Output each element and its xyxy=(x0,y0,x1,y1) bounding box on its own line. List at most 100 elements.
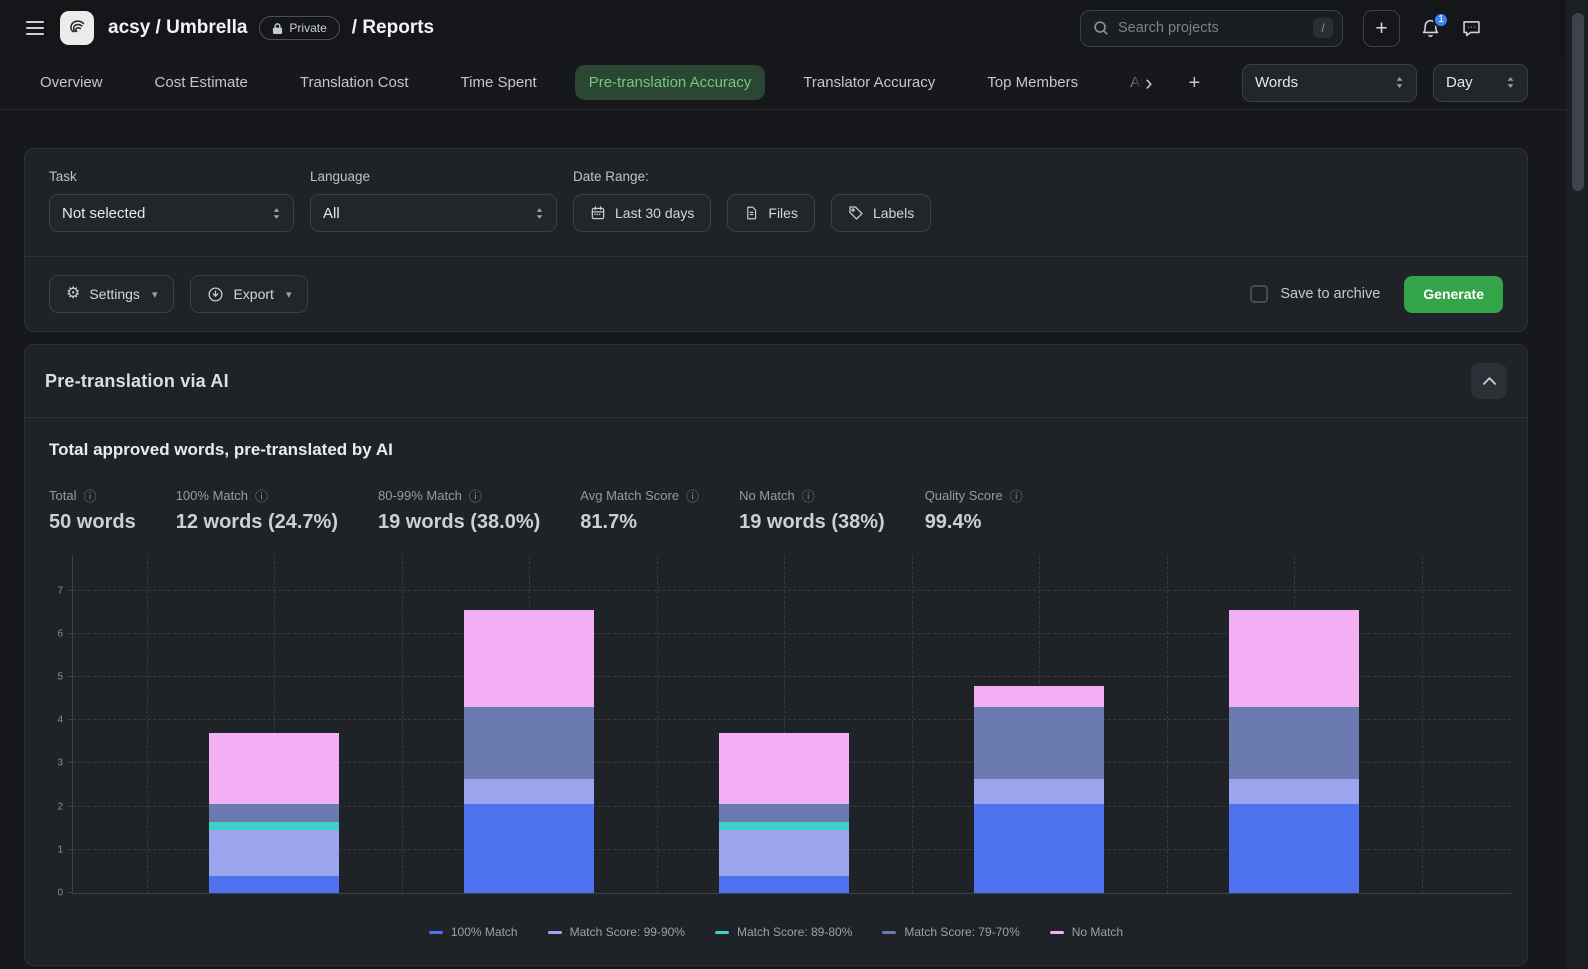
gear-icon: ⚙ xyxy=(66,286,80,302)
bar-segment-100-match[interactable] xyxy=(209,876,339,893)
y-tick-label: 5 xyxy=(57,672,63,683)
menu-icon[interactable] xyxy=(24,17,46,39)
language-select[interactable]: All xyxy=(310,194,557,232)
breadcrumb: acsy / Umbrella Private / Reports xyxy=(108,16,434,40)
stat-label: 80-99% Match xyxy=(378,488,462,503)
bar-segment-no-match[interactable] xyxy=(464,610,594,707)
bar-segment-match-score-79-70[interactable] xyxy=(464,707,594,778)
page-scrollbar[interactable] xyxy=(1566,0,1588,969)
bar-segment-match-score-89-80[interactable] xyxy=(719,822,849,831)
bar-segment-match-score-79-70[interactable] xyxy=(974,707,1104,778)
tab-pre-translation-accuracy[interactable]: Pre-translation Accuracy xyxy=(575,65,766,100)
tabs-overflow-chevron-icon[interactable]: › xyxy=(1145,72,1152,94)
main-content: Task Not selected Language All xyxy=(24,148,1528,966)
info-icon[interactable]: ⓘ xyxy=(469,486,482,505)
task-select[interactable]: Not selected xyxy=(49,194,294,232)
y-tick-label: 7 xyxy=(57,585,63,596)
export-button[interactable]: Export ▾ xyxy=(190,275,308,313)
bar-segment-100-match[interactable] xyxy=(464,804,594,893)
scrollbar-thumb[interactable] xyxy=(1572,13,1584,191)
collapse-panel-button[interactable] xyxy=(1471,363,1507,399)
settings-button[interactable]: ⚙ Settings ▾ xyxy=(49,275,174,313)
bar-segment-match-score-99-90[interactable] xyxy=(209,830,339,875)
bar-segment-match-score-99-90[interactable] xyxy=(719,830,849,875)
bar-segment-no-match[interactable] xyxy=(1229,610,1359,707)
h-gridline xyxy=(73,590,1511,591)
legend-item-match-score-79-70[interactable]: Match Score: 79-70% xyxy=(882,925,1019,939)
legend-item-no-match[interactable]: No Match xyxy=(1050,925,1123,939)
user-avatar[interactable] xyxy=(1502,13,1532,43)
bar-segment-no-match[interactable] xyxy=(719,733,849,804)
calendar-icon xyxy=(590,205,606,221)
chart-legend: 100% Match Match Score: 99-90% Match Score… xyxy=(41,925,1511,939)
stat-value: 12 words (24.7%) xyxy=(176,511,338,534)
bar-segment-match-score-79-70[interactable] xyxy=(719,804,849,821)
y-tick-label: 6 xyxy=(57,628,63,639)
bar-segment-100-match[interactable] xyxy=(1229,804,1359,893)
tab-top-members[interactable]: Top Members xyxy=(973,65,1092,100)
unit-select-value: Words xyxy=(1255,74,1298,91)
search-input[interactable] xyxy=(1118,20,1305,36)
stat-no-match: No Matchⓘ19 words (38%) xyxy=(739,486,885,534)
generate-button[interactable]: Generate xyxy=(1404,276,1503,313)
task-select-value: Not selected xyxy=(62,205,145,222)
caret-down-icon: ▾ xyxy=(286,288,292,301)
language-label: Language xyxy=(310,169,557,184)
stat-value: 19 words (38.0%) xyxy=(378,511,540,534)
info-icon[interactable]: ⓘ xyxy=(1010,486,1023,505)
tab-cost-estimate[interactable]: Cost Estimate xyxy=(141,65,262,100)
save-to-archive-checkbox[interactable] xyxy=(1250,285,1268,303)
bar-segment-match-score-79-70[interactable] xyxy=(1229,707,1359,778)
date-range-label: Date Range: xyxy=(573,169,931,184)
info-icon[interactable]: ⓘ xyxy=(255,486,268,505)
select-caret-icon xyxy=(535,207,544,220)
period-select[interactable]: Day xyxy=(1433,64,1528,102)
bar-segment-100-match[interactable] xyxy=(719,876,849,893)
tab-time-spent[interactable]: Time Spent xyxy=(447,65,551,100)
bar-segment-no-match[interactable] xyxy=(209,733,339,804)
app-logo[interactable] xyxy=(60,11,94,45)
select-caret-icon xyxy=(1506,76,1515,89)
tab-ar[interactable]: Ar xyxy=(1116,65,1145,100)
y-tick-label: 4 xyxy=(57,715,63,726)
save-to-archive-label: Save to archive xyxy=(1280,286,1380,302)
legend-item-match-score-99-90[interactable]: Match Score: 99-90% xyxy=(548,925,685,939)
tab-translator-accuracy[interactable]: Translator Accuracy xyxy=(789,65,949,100)
chart-bar-2[interactable] xyxy=(464,610,594,893)
legend-item-100-match[interactable]: 100% Match xyxy=(429,925,518,939)
bar-segment-match-score-99-90[interactable] xyxy=(1229,779,1359,805)
chart-bar-4[interactable] xyxy=(974,686,1104,893)
chat-icon xyxy=(1461,18,1482,39)
bar-segment-no-match[interactable] xyxy=(974,686,1104,708)
chart-bar-1[interactable] xyxy=(209,733,339,893)
chart-bar-3[interactable] xyxy=(719,733,849,893)
tab-translation-cost[interactable]: Translation Cost xyxy=(286,65,423,100)
search-input-wrapper: / xyxy=(1080,10,1343,47)
files-button[interactable]: Files xyxy=(727,194,815,232)
info-icon[interactable]: ⓘ xyxy=(686,486,699,505)
labels-button[interactable]: Labels xyxy=(831,194,931,232)
breadcrumb-project-path[interactable]: acsy / Umbrella xyxy=(108,17,247,39)
info-icon[interactable]: ⓘ xyxy=(83,486,96,505)
create-button[interactable]: + xyxy=(1363,10,1400,47)
bar-segment-match-score-89-80[interactable] xyxy=(209,822,339,831)
legend-item-match-score-89-80[interactable]: Match Score: 89-80% xyxy=(715,925,852,939)
unit-select[interactable]: Words xyxy=(1242,64,1417,102)
tab-overview[interactable]: Overview xyxy=(26,65,117,100)
bar-segment-match-score-79-70[interactable] xyxy=(209,804,339,821)
date-range-button[interactable]: Last 30 days xyxy=(573,194,711,232)
y-tick-label: 2 xyxy=(57,801,63,812)
info-icon[interactable]: ⓘ xyxy=(802,486,815,505)
stat-label: Total xyxy=(49,488,76,503)
bar-segment-match-score-99-90[interactable] xyxy=(464,779,594,805)
chart-bar-5[interactable] xyxy=(1229,610,1359,893)
messages-button[interactable] xyxy=(1461,18,1482,39)
report-panel: Pre-translation via AI Total approved wo… xyxy=(24,344,1528,966)
chart-section-title: Total approved words, pre-translated by … xyxy=(49,440,1503,460)
add-report-tab-button[interactable]: + xyxy=(1188,73,1200,93)
bar-segment-100-match[interactable] xyxy=(974,804,1104,893)
legend-swatch xyxy=(882,931,896,934)
bar-segment-match-score-99-90[interactable] xyxy=(974,779,1104,805)
files-button-label: Files xyxy=(768,205,798,221)
notifications-button[interactable]: 1 xyxy=(1420,18,1441,39)
